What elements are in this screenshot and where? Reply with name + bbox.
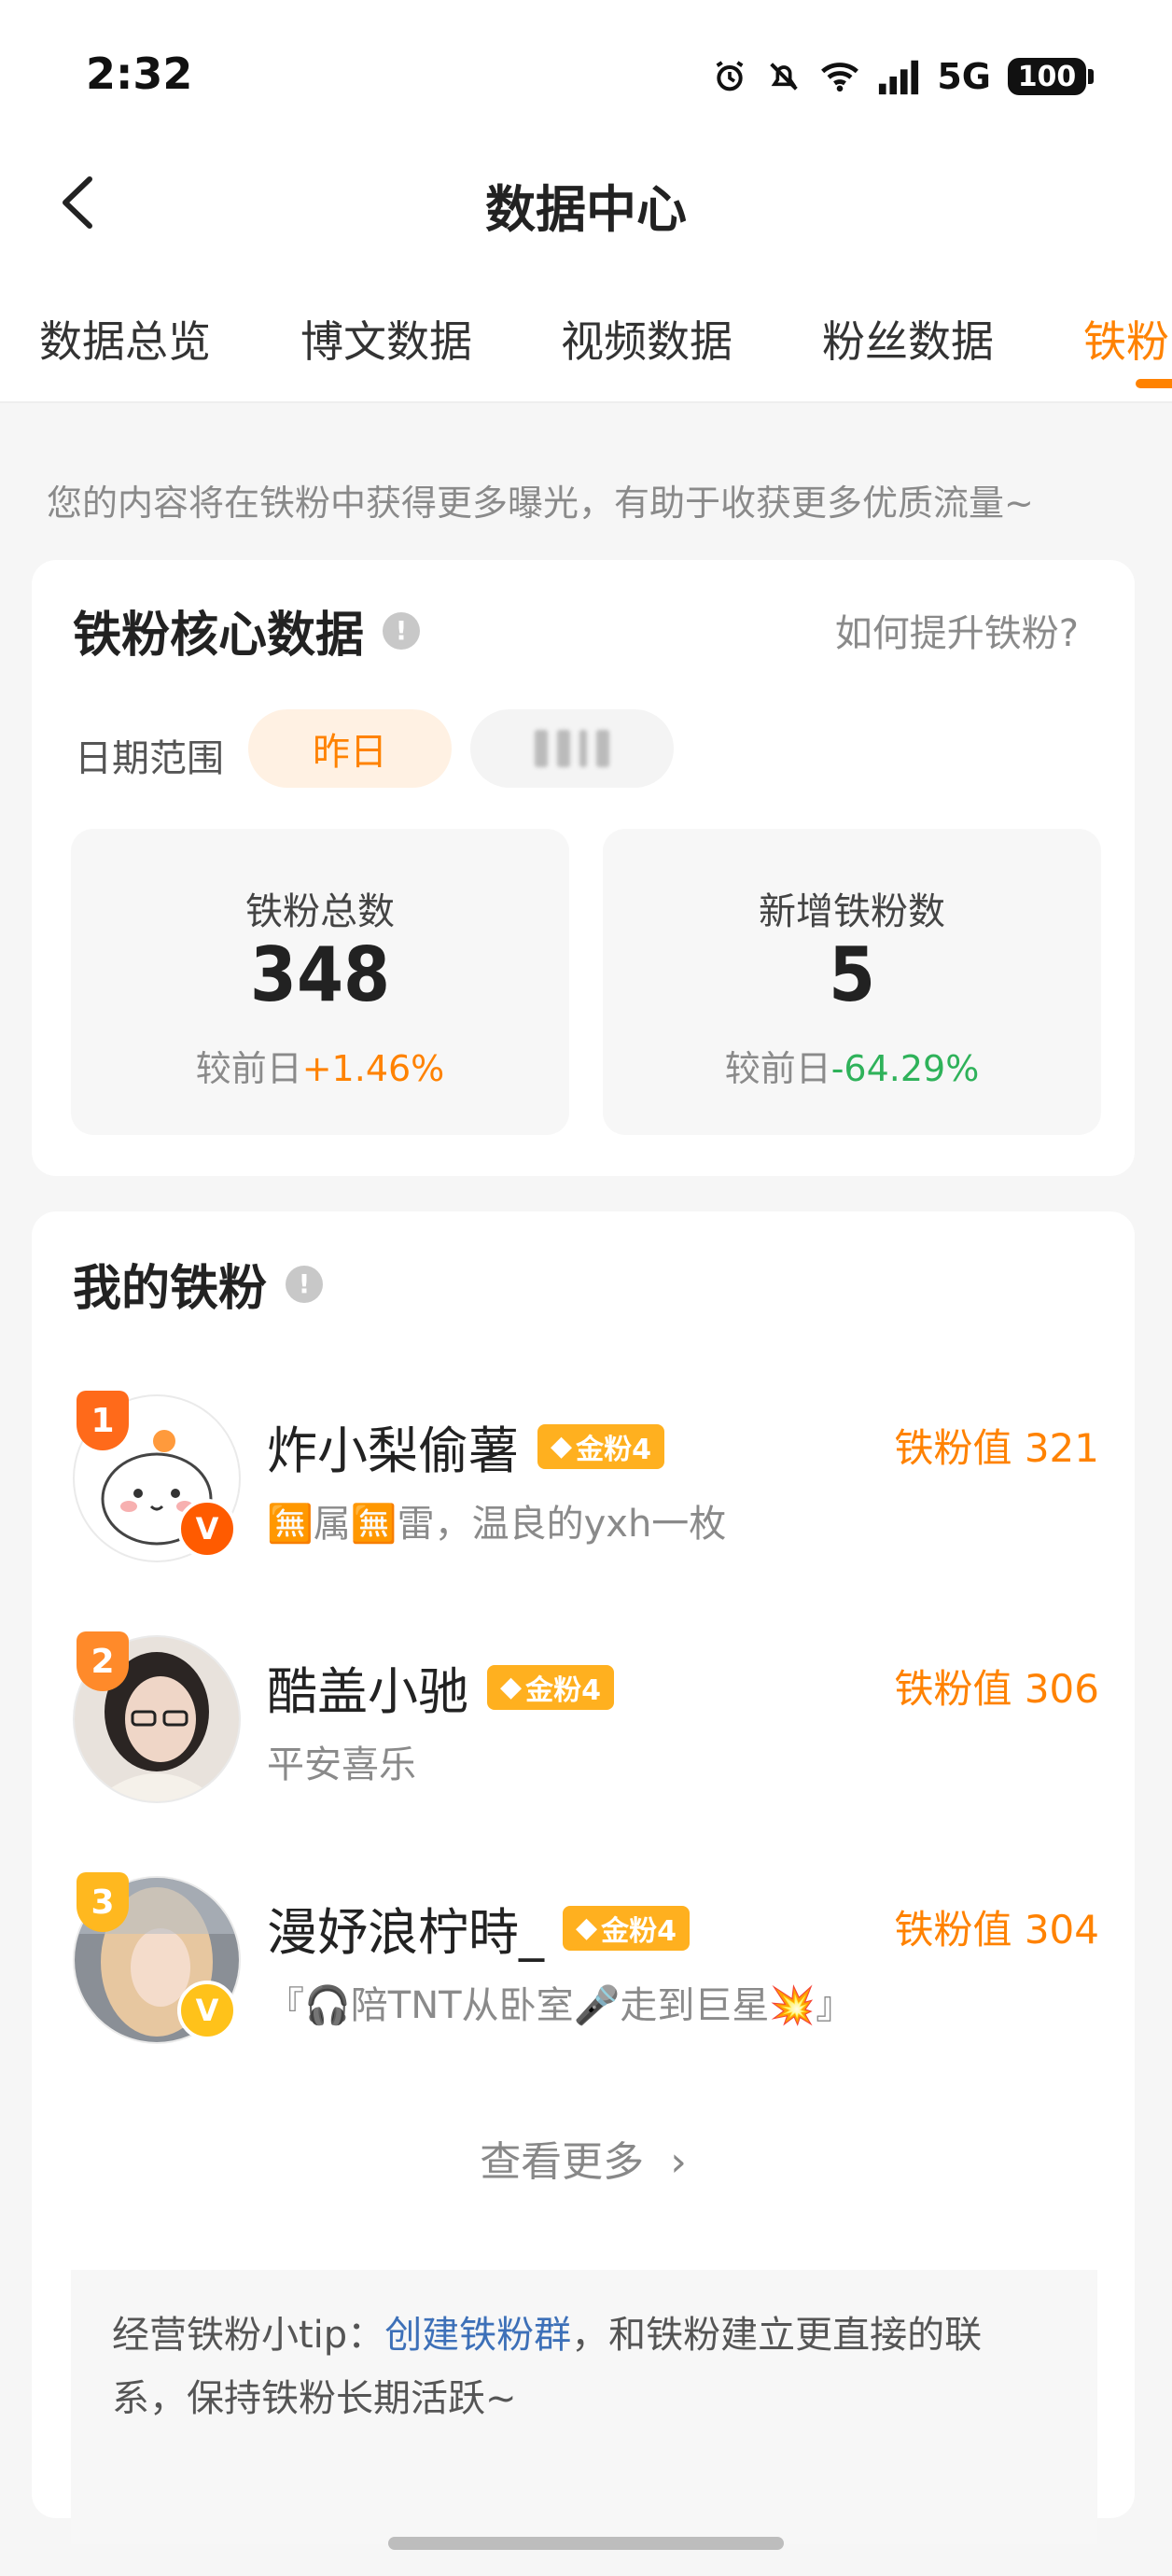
- date-chip-obscured[interactable]: [470, 709, 674, 788]
- fan-item[interactable]: 3 V 漫妤浪柠時_ ◆ 金粉4 『🎧陪TNT从卧室🎤走到巨星💥』 铁粉值 304: [73, 1872, 1099, 2053]
- create-fan-group-link[interactable]: 创建铁粉群: [384, 2314, 571, 2357]
- status-icons: 5G 100: [711, 49, 1094, 105]
- tab-video-data[interactable]: 视频数据: [561, 308, 732, 370]
- battery-icon: 100: [1008, 58, 1086, 95]
- my-fans-title: 我的铁粉 !: [73, 1249, 324, 1319]
- new-fans-label: 新增铁粉数: [759, 890, 945, 933]
- rank-badge: 1: [77, 1391, 129, 1450]
- fan-name: 酷盖小驰 ◆ 金粉4: [267, 1650, 614, 1724]
- tab-post-data[interactable]: 博文数据: [300, 308, 472, 370]
- fan-desc: 『🎧陪TNT从卧室🎤走到巨星💥』: [267, 1984, 854, 2027]
- core-data-title: 铁粉核心数据 !: [73, 595, 421, 665]
- info-icon[interactable]: !: [286, 1265, 324, 1303]
- fan-desc: 🈚属🈚雷，温良的yxh一枚: [267, 1503, 727, 1546]
- new-fans-value: 5: [828, 931, 876, 1018]
- mute-bell-icon: [770, 63, 799, 91]
- gold-fan-badge-label: 金粉4: [576, 1433, 651, 1466]
- diamond-icon: ◆: [500, 1671, 523, 1703]
- status-bar: 2:32 5G 100: [0, 0, 1172, 140]
- date-range-label: 日期范围: [75, 737, 224, 780]
- change-prefix: 较前日: [724, 1048, 831, 1089]
- total-fans-change: 较前日+1.46%: [71, 1040, 569, 1091]
- chevron-right-icon: ›: [670, 2138, 687, 2186]
- gold-fan-badge-label: 金粉4: [525, 1673, 601, 1707]
- network-label: 5G: [937, 56, 991, 97]
- total-fans-box: 铁粉总数 348 较前日+1.46%: [71, 829, 569, 1135]
- gold-fan-badge-label: 金粉4: [601, 1914, 677, 1948]
- new-fans-box: 新增铁粉数 5 较前日-64.29%: [603, 829, 1101, 1135]
- tip-prefix: 经营铁粉小tip：: [112, 2314, 385, 2357]
- verified-icon: V: [177, 1981, 237, 2040]
- header: 数据中心: [0, 140, 1172, 261]
- intro-text: 您的内容将在铁粉中获得更多曝光，有助于收获更多优质流量~: [47, 483, 1034, 524]
- tab-overview[interactable]: 数据总览: [39, 308, 211, 370]
- core-data-card: 铁粉核心数据 ! 如何提升铁粉? 日期范围 昨日 铁粉总数 348 较前日+1.…: [32, 560, 1135, 1176]
- fan-desc: 平安喜乐: [267, 1743, 416, 1786]
- fan-name-text: 漫妤浪柠時_: [267, 1903, 544, 1962]
- rank-badge: 3: [77, 1872, 129, 1932]
- diamond-icon: ◆: [551, 1430, 573, 1463]
- fan-name: 炸小梨偷薯 ◆ 金粉4: [267, 1409, 664, 1483]
- fan-name-text: 炸小梨偷薯: [267, 1421, 519, 1480]
- home-indicator[interactable]: [388, 2537, 784, 2550]
- date-chip-yesterday[interactable]: 昨日: [248, 709, 452, 788]
- tab-indicator: [1136, 379, 1172, 388]
- rank-badge: 2: [77, 1631, 129, 1691]
- fan-item[interactable]: 1 V 炸小梨偷薯 ◆ 金粉4 🈚属🈚雷，温良的yxh一枚 铁粉值 321: [73, 1391, 1099, 1572]
- tip-box: 经营铁粉小tip：创建铁粉群，和铁粉建立更直接的联系，保持铁粉长期活跃~: [71, 2270, 1097, 2544]
- tab-bar: 数据总览 博文数据 视频数据 粉丝数据 铁粉: [0, 261, 1172, 403]
- battery-tip: [1088, 69, 1094, 84]
- gold-fan-badge: ◆ 金粉4: [487, 1664, 614, 1710]
- wifi-icon: [821, 63, 859, 92]
- gold-fan-badge: ◆ 金粉4: [563, 1905, 690, 1951]
- verified-icon: V: [177, 1499, 237, 1559]
- alarm-icon: [716, 61, 744, 91]
- signal-icon: [879, 60, 919, 95]
- change-prefix: 较前日: [195, 1048, 302, 1089]
- fan-name: 漫妤浪柠時_ ◆ 金粉4: [267, 1891, 690, 1965]
- info-icon[interactable]: !: [383, 611, 421, 650]
- diamond-icon: ◆: [576, 1911, 598, 1944]
- view-more-button[interactable]: 查看更多 ›: [32, 2128, 1135, 2188]
- fan-name-text: 酷盖小驰: [267, 1662, 468, 1721]
- total-fans-value: 348: [249, 931, 391, 1018]
- new-fans-change: 较前日-64.29%: [603, 1040, 1101, 1091]
- core-data-title-text: 铁粉核心数据: [73, 608, 365, 664]
- status-time: 2:32: [86, 49, 193, 99]
- gold-fan-badge: ◆ 金粉4: [537, 1423, 664, 1469]
- total-fans-label: 铁粉总数: [245, 890, 395, 933]
- fan-score: 铁粉值 321: [894, 1425, 1099, 1471]
- page-title: 数据中心: [485, 180, 687, 239]
- tab-fans-data[interactable]: 粉丝数据: [822, 308, 994, 370]
- tab-iron-fans[interactable]: 铁粉: [1083, 308, 1169, 370]
- obscured-text: [535, 730, 609, 767]
- change-value: +1.46%: [301, 1048, 445, 1089]
- fan-score: 铁粉值 304: [894, 1907, 1099, 1953]
- fan-score: 铁粉值 306: [894, 1666, 1099, 1712]
- view-more-label: 查看更多: [480, 2138, 645, 2186]
- my-fans-title-text: 我的铁粉: [73, 1261, 268, 1317]
- help-link[interactable]: 如何提升铁粉?: [835, 603, 1079, 657]
- my-fans-card: 我的铁粉 ! 1 V 炸小梨偷薯 ◆ 金粉4 🈚属🈚雷，温良的yxh一枚 铁粉值 …: [32, 1211, 1135, 2544]
- fan-item[interactable]: 2 酷盖小驰 ◆ 金粉4 平安喜乐 铁粉值 306: [73, 1631, 1099, 1813]
- change-value: -64.29%: [830, 1048, 980, 1089]
